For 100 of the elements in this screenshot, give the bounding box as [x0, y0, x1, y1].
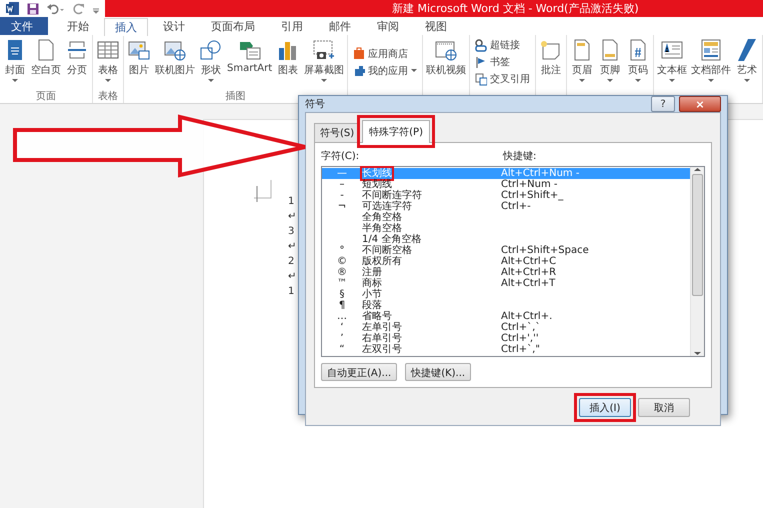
list-row[interactable]: 1/4 全角空格 — [322, 234, 690, 245]
ribbon-button[interactable]: 图片 — [125, 35, 153, 89]
character-name: 不间断连字符 — [362, 190, 422, 201]
ribbon-button[interactable]: 图表 — [274, 35, 302, 89]
symbol-glyph: — — [337, 168, 347, 179]
ribbon-tab[interactable]: 开始 — [56, 17, 100, 35]
character-name: 右单引号 — [362, 333, 402, 344]
ribbon-button[interactable]: 分页 — [63, 35, 91, 89]
list-row[interactable]: ¬ 可选连字符 Ctrl+- — [322, 201, 690, 212]
list-row[interactable]: 半角空格 — [322, 223, 690, 234]
ribbon-button[interactable]: SmartArt — [225, 35, 274, 89]
ribbon-button[interactable]: 空白页 — [29, 35, 63, 89]
list-row[interactable]: § 小节 — [322, 289, 690, 300]
ribbon-tab[interactable]: 设计 — [152, 17, 196, 35]
ribbon-button[interactable]: 应用商店 — [353, 46, 418, 60]
ribbon-button[interactable]: 联机图片 — [153, 35, 197, 89]
ribbon-tab[interactable]: 引用 — [270, 17, 314, 35]
shortcut-text: Alt+Ctrl+R — [501, 267, 556, 278]
ribbon-button[interactable]: 封面 — [1, 35, 29, 89]
character-name: 1/4 全角空格 — [362, 234, 422, 245]
ribbon-button[interactable]: 联机视频 — [424, 35, 468, 89]
ribbon-button[interactable]: 屏幕截图 — [302, 35, 346, 89]
list-row[interactable]: ’ 右单引号 Ctrl+','' — [322, 333, 690, 344]
shortcut-text: Ctrl+`," — [501, 344, 540, 355]
ribbon-button[interactable]: 我的应用 — [353, 64, 418, 78]
file-tab[interactable]: 文件 — [0, 17, 48, 35]
undo-icon[interactable] — [47, 2, 65, 14]
list-row[interactable]: … 省略号 Alt+Ctrl+. — [322, 311, 690, 322]
ribbon-tab[interactable]: 插入 — [104, 18, 148, 36]
list-row[interactable]: © 版权所有 Alt+Ctrl+C — [322, 256, 690, 267]
ribbon-button[interactable]: 文档部件 — [689, 35, 734, 89]
save-icon[interactable] — [27, 2, 39, 14]
list-row[interactable]: ‘ 左单引号 Ctrl+`,` — [322, 322, 690, 333]
insert-button[interactable]: 插入(I) — [579, 398, 631, 417]
shortcut-text: Ctrl+','' — [501, 333, 539, 344]
ribbon-button[interactable]: 超链接 — [475, 38, 530, 52]
help-button[interactable]: ? — [651, 96, 675, 112]
list-row[interactable]: 全角空格 — [322, 212, 690, 223]
shortcut-text: Ctrl+- — [501, 201, 531, 212]
character-name: 短划线 — [362, 179, 392, 190]
group-label: 表格 — [97, 90, 119, 103]
cancel-button[interactable]: 取消 — [638, 398, 690, 417]
group-label: 页面 — [35, 90, 57, 103]
group-label: 插图 — [224, 90, 247, 103]
ribbon-tab[interactable]: 页面布局 — [200, 17, 266, 35]
ribbon-button[interactable]: 页眉 — [568, 35, 596, 89]
list-row[interactable]: – 短划线 Ctrl+Num - — [322, 179, 690, 190]
table-icon — [96, 39, 120, 61]
shortcut-text: Alt+Ctrl+T — [501, 278, 556, 289]
character-name: 长划线 — [362, 168, 392, 179]
scroll-up-icon[interactable] — [694, 167, 701, 172]
ribbon-tab[interactable]: 视图 — [414, 17, 458, 35]
smartart-icon — [238, 39, 262, 61]
list-row[interactable]: ® 注册 Alt+Ctrl+R — [322, 267, 690, 278]
shortcut-text: Alt+Ctrl+C — [501, 256, 556, 267]
page-break-icon — [65, 39, 89, 61]
document-text: 1 — [288, 286, 294, 297]
list-row[interactable]: - 不间断连字符 Ctrl+Shift+_ — [322, 190, 690, 201]
list-label: 字符(C): — [321, 150, 360, 163]
option-button[interactable]: 快捷键(K)... — [405, 363, 472, 381]
option-button[interactable]: 自动更正(A)... — [321, 363, 398, 381]
flag-icon — [475, 56, 488, 68]
ribbon-tab[interactable]: 审阅 — [366, 17, 410, 35]
ribbon-button[interactable]: 页码 — [624, 35, 652, 89]
ribbon-tab[interactable]: 邮件 — [318, 17, 362, 35]
list-row[interactable]: “ 左双引号 Ctrl+`," — [322, 344, 690, 355]
ribbon-button[interactable]: 文本框 — [655, 35, 690, 89]
shortcut-text: Ctrl+Shift+_ — [501, 190, 564, 201]
ribbon-button[interactable]: 形状 — [197, 35, 225, 89]
shapes-icon — [199, 39, 223, 61]
text-box-icon — [660, 39, 684, 61]
symbol-glyph: ¬ — [338, 201, 346, 212]
ribbon-button[interactable]: 书签 — [475, 55, 530, 69]
document-text: ↵ — [288, 271, 296, 282]
scrollbar[interactable] — [690, 167, 704, 356]
window-title: 新建 Microsoft Word 文档 - Word(产品激活失败) — [392, 1, 639, 16]
document-text: 1 — [288, 196, 294, 207]
symbol-glyph: - — [340, 190, 344, 201]
character-name: 商标 — [362, 278, 382, 289]
character-list[interactable] — [321, 166, 705, 357]
symbol-glyph: ° — [340, 245, 344, 256]
list-row[interactable]: ° 不间断空格 Ctrl+Shift+Space — [322, 245, 690, 256]
ribbon-button[interactable]: 页脚 — [596, 35, 624, 89]
ribbon-button[interactable]: 艺术 — [733, 35, 762, 89]
column-header: 快捷键: — [503, 150, 536, 163]
scroll-down-icon[interactable] — [694, 351, 701, 356]
redo-icon[interactable] — [73, 2, 85, 14]
word-logo-icon[interactable] — [6, 2, 19, 15]
list-row[interactable]: ¶ 段落 — [322, 300, 690, 311]
ribbon-button[interactable]: 表格 — [94, 35, 122, 89]
symbol-glyph: ® — [337, 267, 347, 278]
symbol-glyph: § — [340, 289, 344, 300]
document-text: ↵ — [288, 211, 296, 222]
ribbon-button[interactable]: 交叉引用 — [475, 72, 530, 86]
symbol-glyph: … — [337, 311, 347, 322]
ribbon-button[interactable]: 批注 — [537, 35, 566, 89]
list-row[interactable]: ™ 商标 Alt+Ctrl+T — [322, 278, 690, 289]
character-name: 不间断空格 — [362, 245, 412, 256]
symbol-glyph: © — [337, 256, 347, 267]
document-text: 3 — [288, 226, 294, 237]
